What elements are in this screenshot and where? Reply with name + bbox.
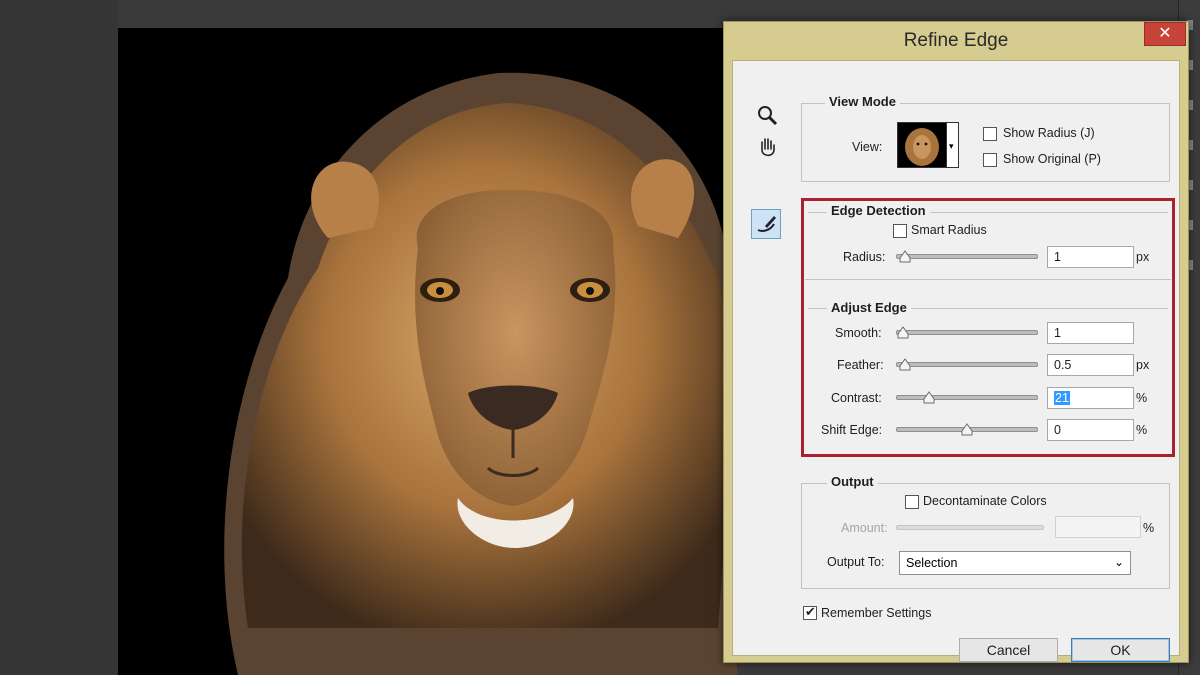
contrast-slider-thumb[interactable] — [923, 390, 935, 404]
workspace-gutter — [0, 0, 118, 675]
output-to-label: Output To: — [827, 555, 885, 569]
close-button[interactable]: ✕ — [1144, 22, 1186, 46]
show-radius-checkbox[interactable] — [983, 127, 997, 141]
output-to-value: Selection — [906, 556, 958, 570]
smooth-slider-track — [896, 330, 1038, 335]
dialog-title: Refine Edge — [903, 30, 1009, 51]
feather-label: Feather: — [837, 358, 884, 372]
radius-slider-track — [896, 254, 1038, 259]
show-radius-label: Show Radius (J) — [1003, 126, 1095, 140]
shift-edge-slider-thumb[interactable] — [961, 422, 973, 436]
smart-radius-checkbox[interactable] — [893, 224, 907, 238]
remember-settings-label: Remember Settings — [821, 606, 932, 620]
zoom-icon[interactable] — [753, 101, 783, 131]
lion-photo — [224, 72, 738, 675]
feather-slider[interactable] — [896, 356, 1038, 374]
document-canvas[interactable] — [118, 28, 738, 675]
amount-slider[interactable] — [896, 519, 1044, 537]
hand-icon[interactable] — [753, 133, 783, 163]
view-mode-legend: View Mode — [825, 94, 900, 109]
output-legend: Output — [827, 474, 878, 489]
output-to-select[interactable]: Selection ⌄ — [899, 551, 1131, 575]
shift-edge-label: Shift Edge: — [821, 423, 883, 437]
contrast-label: Contrast: — [831, 391, 882, 405]
contrast-field[interactable]: 21 — [1047, 387, 1134, 409]
radius-field[interactable]: 1 — [1047, 246, 1134, 268]
amount-label: Amount: — [841, 521, 888, 535]
radius-unit: px — [1136, 250, 1150, 264]
contrast-unit: % — [1136, 391, 1148, 405]
amount-slider-track — [896, 525, 1044, 530]
smooth-label: Smooth: — [835, 326, 882, 340]
feather-slider-thumb[interactable] — [899, 357, 911, 371]
smooth-slider-thumb[interactable] — [897, 325, 909, 339]
contrast-slider[interactable] — [896, 389, 1038, 407]
amount-unit: % — [1143, 521, 1155, 535]
radius-slider[interactable] — [896, 248, 1038, 266]
contrast-slider-track — [896, 395, 1038, 400]
view-label: View: — [852, 140, 883, 154]
shift-edge-slider[interactable] — [896, 421, 1038, 439]
refine-radius-brush-icon[interactable] — [751, 209, 781, 239]
contrast-value-selected: 21 — [1054, 391, 1070, 405]
chevron-down-icon: ⌄ — [1113, 555, 1124, 569]
show-original-checkbox[interactable] — [983, 153, 997, 167]
smart-radius-label: Smart Radius — [911, 223, 987, 237]
dialog-titlebar[interactable]: Refine Edge ✕ — [724, 22, 1188, 60]
shift-edge-field[interactable]: 0 — [1047, 419, 1134, 441]
feather-slider-track — [896, 362, 1038, 367]
remember-settings-checkbox[interactable] — [803, 604, 817, 620]
adjust-edge-legend: Adjust Edge — [827, 300, 911, 315]
feather-field[interactable]: 0.5 — [1047, 354, 1134, 376]
radius-label: Radius: — [843, 250, 886, 264]
view-thumbnail[interactable] — [897, 122, 947, 168]
edge-detection-legend: Edge Detection — [827, 203, 930, 218]
radius-slider-thumb[interactable] — [899, 249, 911, 263]
smooth-slider[interactable] — [896, 324, 1038, 342]
shift-edge-unit: % — [1136, 423, 1148, 437]
smooth-field[interactable]: 1 — [1047, 322, 1134, 344]
close-icon: ✕ — [1158, 25, 1172, 42]
show-original-label: Show Original (P) — [1003, 152, 1101, 166]
refine-edge-dialog: Refine Edge ✕ View Mode View: ▾ Show Rad… — [723, 21, 1189, 663]
decontaminate-label: Decontaminate Colors — [923, 494, 1047, 508]
decontaminate-checkbox[interactable] — [905, 495, 919, 509]
cancel-button[interactable]: Cancel — [959, 638, 1058, 662]
amount-field[interactable] — [1055, 516, 1141, 538]
view-dropdown-button[interactable]: ▾ — [947, 122, 959, 168]
chevron-down-icon: ▾ — [949, 141, 954, 151]
edge-section-divider — [805, 279, 1171, 280]
feather-unit: px — [1136, 358, 1150, 372]
ok-button[interactable]: OK — [1071, 638, 1170, 662]
dialog-body: View Mode View: ▾ Show Radius (J) Show O… — [732, 60, 1180, 662]
